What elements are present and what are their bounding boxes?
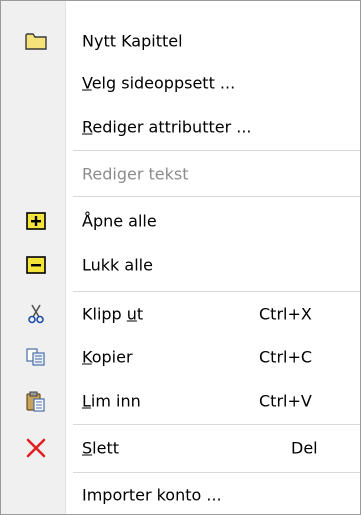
shortcut-label: Ctrl+V [259, 391, 312, 411]
menu-item-cut[interactable]: Klipp ut Ctrl+X [1, 294, 360, 334]
expand-plus-icon [25, 210, 47, 232]
context-menu: Nytt Kapittel Velg sideoppsett ... Redig… [0, 0, 361, 515]
mnemonic-letter: R [82, 117, 93, 137]
menu-item-label: Åpne alle [82, 211, 157, 231]
menu-item-label: Klipp ut [82, 304, 144, 324]
menu-separator [73, 424, 360, 425]
menu-item-label: Lim inn [82, 391, 141, 411]
menu-item-label: Rediger attributter ... [82, 117, 252, 137]
delete-x-icon [25, 437, 47, 459]
menu-item-label: Rediger tekst [82, 164, 189, 184]
shortcut-label: Ctrl+X [259, 304, 312, 324]
menu-item-label: Importer konto ... [82, 485, 222, 505]
scissors-icon [25, 303, 47, 325]
collapse-minus-icon [25, 254, 47, 276]
menu-item-label: Nytt Kapittel [82, 31, 183, 51]
paste-icon [25, 390, 47, 412]
menu-separator [73, 291, 360, 292]
menu-item-edit-attributes[interactable]: Rediger attributter ... [1, 107, 360, 147]
menu-item-label: Velg sideoppsett ... [82, 73, 236, 93]
menu-item-label: Lukk alle [82, 255, 153, 275]
mnemonic-letter: V [82, 73, 92, 93]
folder-icon [25, 30, 47, 52]
menu-item-label: Slett [82, 438, 119, 458]
menu-item-delete[interactable]: Slett Del [1, 428, 360, 468]
menu-separator [73, 472, 360, 473]
menu-item-label: Kopier [82, 347, 133, 367]
menu-separator [73, 150, 360, 151]
menu-item-new-chapter[interactable]: Nytt Kapittel [1, 21, 360, 61]
menu-item-page-setup[interactable]: Velg sideoppsett ... [1, 63, 360, 103]
shortcut-label: Ctrl+C [259, 347, 313, 367]
shortcut-label: Del [291, 438, 318, 458]
menu-item-edit-text: Rediger tekst [1, 154, 360, 194]
copy-icon [25, 346, 47, 368]
menu-item-collapse-all[interactable]: Lukk alle [1, 245, 360, 285]
menu-item-import-account[interactable]: Importer konto ... [1, 475, 360, 515]
menu-item-copy[interactable]: Kopier Ctrl+C [1, 337, 360, 377]
menu-separator [73, 196, 360, 197]
menu-item-expand-all[interactable]: Åpne alle [1, 201, 360, 241]
menu-item-paste[interactable]: Lim inn Ctrl+V [1, 381, 360, 421]
